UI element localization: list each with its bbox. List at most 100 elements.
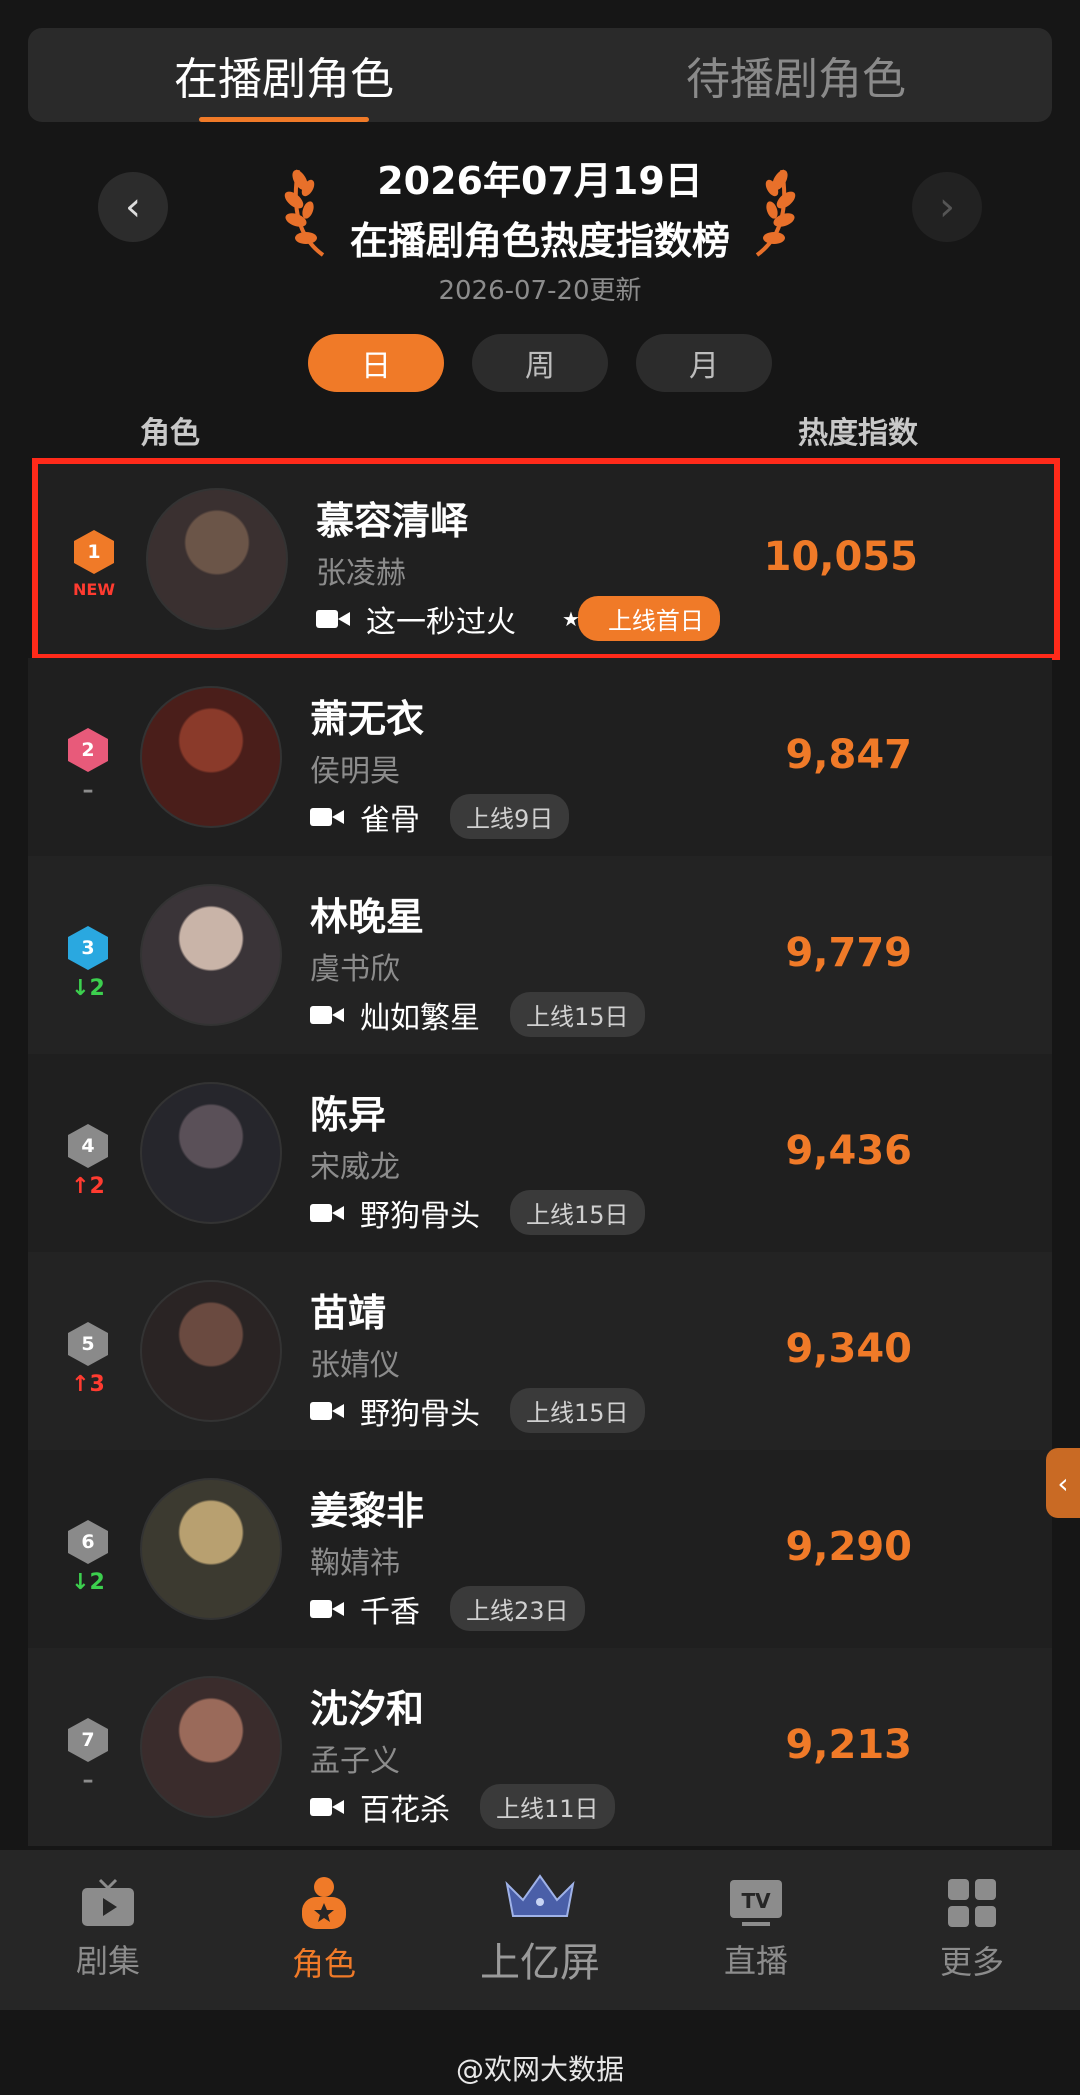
heat-index: 9,847 [785, 732, 912, 778]
airing-days-badge: 上线23日 [450, 1586, 585, 1631]
rank-change: ↓2 [71, 1570, 105, 1595]
ranking-row[interactable]: 5 ↑3 苗靖 张婧仪 野狗骨头 上线15日 9,340 [28, 1252, 1052, 1450]
nav-label: 更多 [939, 1943, 1004, 1981]
show-name[interactable]: 这一秒过火 [366, 597, 516, 641]
show-info: 千香 上线23日 [310, 1586, 585, 1631]
rank-change: – [82, 1768, 94, 1793]
top-tabs: 在播剧角色 待播剧角色 [28, 28, 1052, 122]
actor-name: 鞠婧祎 [310, 1546, 400, 1581]
rank-change: ↑3 [71, 1372, 105, 1397]
airing-days-badge: 上线9日 [450, 794, 570, 839]
ranking-row[interactable]: 6 ↓2 姜黎非 鞠婧祎 千香 上线23日 9,290 [28, 1450, 1052, 1648]
rank-badge: 7 [68, 1718, 108, 1762]
actor-name: 孟子义 [310, 1744, 400, 1779]
watermark: @欢网大数据 [455, 2053, 624, 2086]
person-star-icon [302, 1877, 346, 1929]
avatar[interactable] [140, 1676, 282, 1818]
rank-number: 2 [81, 739, 95, 761]
show-info: 灿如繁星 上线15日 [310, 992, 645, 1037]
update-time: 2026-07-20更新 [438, 276, 642, 306]
show-name[interactable]: 灿如繁星 [360, 993, 480, 1037]
show-info: 野狗骨头 上线15日 [310, 1190, 645, 1235]
ranking-row[interactable]: 2 – 萧无衣 侯明昊 雀骨 上线9日 9,847 [28, 658, 1052, 856]
show-name[interactable]: 百花杀 [360, 1785, 450, 1829]
period-selector: 日 周 月 [0, 334, 1080, 392]
video-camera-icon [316, 607, 352, 631]
video-camera-icon [310, 805, 346, 829]
nav-roles[interactable]: 角色 [216, 1850, 432, 2010]
airing-days-badge: 上线15日 [510, 1190, 645, 1235]
video-camera-icon [310, 1597, 346, 1621]
heat-index: 9,340 [785, 1326, 912, 1372]
role-name: 萧无衣 [310, 697, 425, 741]
nav-label: 上亿屏 [480, 1940, 600, 1986]
role-name: 沈汐和 [310, 1687, 425, 1731]
ranking-row[interactable]: 7 – 沈汐和 孟子义 百花杀 上线11日 9,213 [28, 1648, 1052, 1846]
ranking-row[interactable]: 1 NEW 慕容清峄 张凌赫 这一秒过火 ★ 上线首日 10,055 [32, 458, 1060, 660]
rank-badge: 3 [68, 926, 108, 970]
actor-name: 虞书欣 [310, 952, 400, 987]
video-camera-icon [310, 1795, 346, 1819]
avatar[interactable] [146, 488, 288, 630]
nav-more[interactable]: 更多 [864, 1850, 1080, 2010]
rank-change: – [82, 778, 94, 803]
show-info: 这一秒过火 ★ 上线首日 [316, 596, 720, 641]
bottom-nav: 剧集 角色 上亿屏 TV 直播 更多 [0, 1850, 1080, 2010]
nav-series[interactable]: 剧集 [0, 1850, 216, 2010]
period-month-button[interactable]: 月 [636, 334, 772, 392]
airing-days-badge: 上线首日 [577, 596, 720, 641]
show-name[interactable]: 野狗骨头 [360, 1389, 480, 1433]
chart-title: 在播剧角色热度指数榜 [349, 219, 730, 263]
avatar[interactable] [140, 1280, 282, 1422]
grid-icon [948, 1879, 996, 1927]
rank-change: ↑2 [71, 1174, 105, 1199]
crown-icon [505, 1874, 575, 1917]
actor-name: 张凌赫 [316, 556, 406, 591]
period-day-button[interactable]: 日 [308, 334, 444, 392]
rank-number: 4 [81, 1135, 95, 1157]
heat-index: 10,055 [763, 534, 918, 580]
svg-text:TV: TV [741, 1889, 771, 1913]
role-name: 陈异 [310, 1093, 387, 1137]
airing-days-badge: 上线15日 [510, 1388, 645, 1433]
role-name: 林晚星 [310, 895, 425, 939]
rank-badge: 4 [68, 1124, 108, 1168]
rank-number: 7 [81, 1729, 95, 1751]
show-name[interactable]: 千香 [360, 1587, 420, 1631]
nav-label: 角色 [291, 1945, 356, 1983]
show-info: 野狗骨头 上线15日 [310, 1388, 645, 1433]
period-week-button[interactable]: 周 [472, 334, 608, 392]
tab-upcoming-roles[interactable]: 待播剧角色 [540, 28, 1052, 122]
rank-badge: 1 [74, 530, 114, 574]
avatar[interactable] [140, 1478, 282, 1620]
chart-date: 2026年07月19日 [377, 159, 703, 203]
column-header-heat: 热度指数 [798, 416, 918, 451]
avatar[interactable] [140, 1082, 282, 1224]
video-camera-icon [310, 1201, 346, 1225]
side-drawer-handle[interactable]: ‹ [1046, 1448, 1080, 1518]
show-name[interactable]: 雀骨 [360, 795, 420, 839]
role-name: 慕容清峄 [316, 499, 469, 543]
actor-name: 宋威龙 [310, 1150, 400, 1185]
nav-live[interactable]: TV 直播 [648, 1850, 864, 2010]
tab-airing-roles[interactable]: 在播剧角色 [28, 28, 540, 122]
rank-badge: 5 [68, 1322, 108, 1366]
airing-days-badge: 上线15日 [510, 992, 645, 1037]
heat-index: 9,290 [785, 1524, 912, 1570]
nav-billion-screen[interactable]: 上亿屏 [432, 1850, 648, 2010]
tv-live-icon: TV [730, 1880, 782, 1926]
tv-icon [82, 1878, 134, 1926]
column-header-role: 角色 [140, 416, 200, 451]
nav-label: 直播 [723, 1942, 788, 1980]
avatar[interactable] [140, 686, 282, 828]
rank-badge: 6 [68, 1520, 108, 1564]
avatar[interactable] [140, 884, 282, 1026]
role-name: 苗靖 [310, 1291, 387, 1335]
heat-index: 9,436 [785, 1128, 912, 1174]
show-info: 百花杀 上线11日 [310, 1784, 615, 1829]
ranking-row[interactable]: 4 ↑2 陈异 宋威龙 野狗骨头 上线15日 9,436 [28, 1054, 1052, 1252]
show-name[interactable]: 野狗骨头 [360, 1191, 480, 1235]
chevron-left-icon: ‹ [1057, 1466, 1069, 1500]
ranking-row[interactable]: 3 ↓2 林晚星 虞书欣 灿如繁星 上线15日 9,779 [28, 856, 1052, 1054]
nav-label: 剧集 [75, 1942, 140, 1980]
